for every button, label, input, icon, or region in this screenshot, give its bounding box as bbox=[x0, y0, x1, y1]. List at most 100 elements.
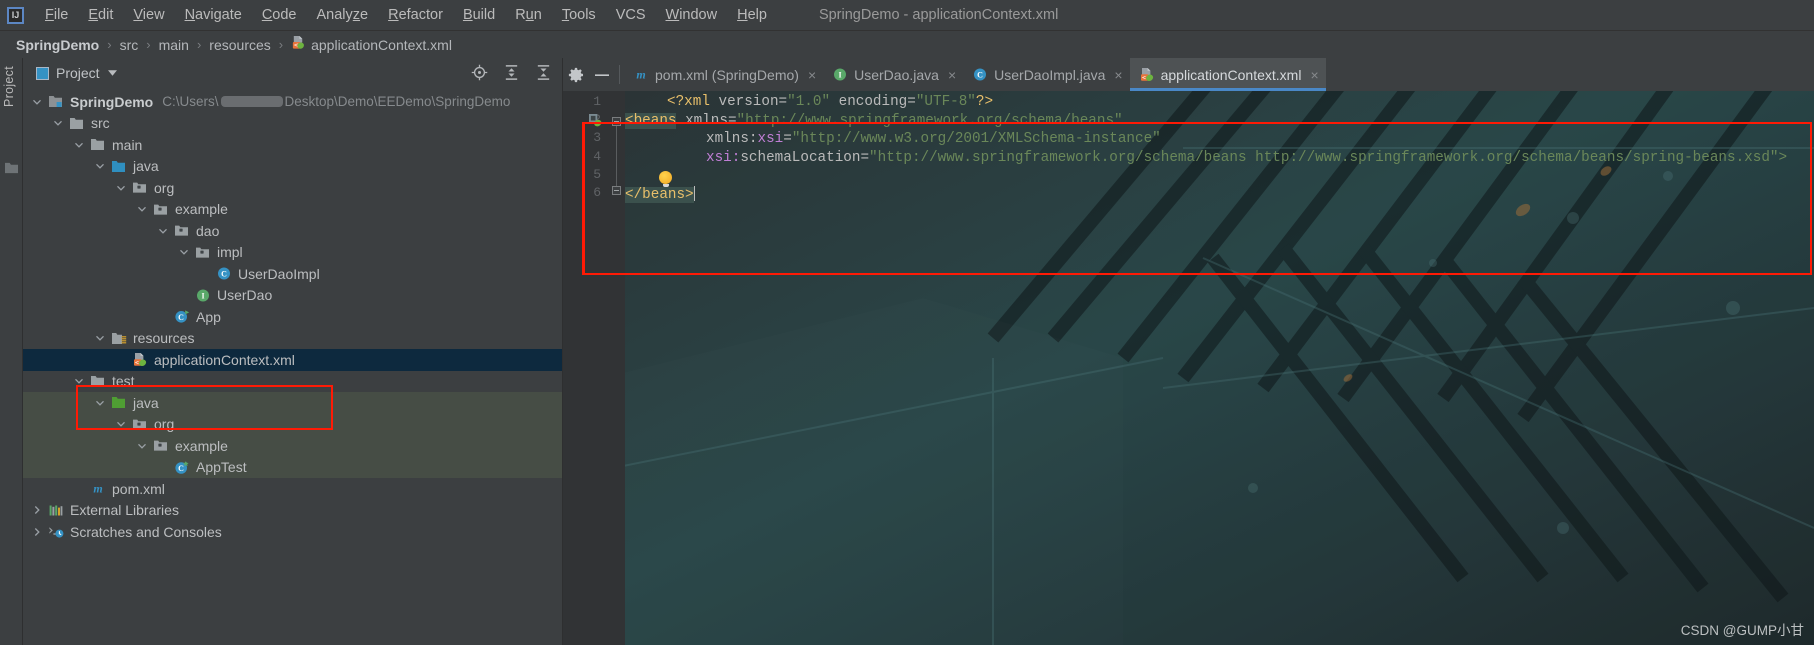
tree-row-label: impl bbox=[217, 244, 243, 261]
tree-row[interactable]: External Libraries bbox=[23, 500, 562, 522]
breadcrumb: SpringDemo › src › main › resources › < … bbox=[0, 31, 1814, 58]
project-panel-title[interactable]: Project bbox=[56, 65, 100, 81]
menu-item-navigate[interactable]: Navigate bbox=[175, 7, 252, 23]
menu-item-file[interactable]: File bbox=[35, 7, 78, 23]
tree-row-label: UserDaoImpl bbox=[238, 265, 320, 282]
breadcrumb-item-project[interactable]: SpringDemo bbox=[16, 37, 99, 53]
locate-target-icon[interactable] bbox=[471, 64, 488, 86]
tree-row[interactable]: impl bbox=[23, 242, 562, 264]
tree-row[interactable]: m pom.xml bbox=[23, 478, 562, 500]
fold-toggle-line2[interactable] bbox=[612, 117, 621, 126]
menu-item-analyze[interactable]: Analyze bbox=[307, 7, 379, 23]
tree-row[interactable]: org bbox=[23, 177, 562, 199]
tree-row-label: java bbox=[133, 394, 159, 411]
chevron-down-icon[interactable] bbox=[136, 204, 147, 215]
chevron-right-icon[interactable] bbox=[31, 526, 42, 537]
editor-tab-userdaoimpl-java[interactable]: C UserDaoImpl.java × bbox=[963, 58, 1129, 91]
tree-row-selected[interactable]: < applicationContext.xml bbox=[23, 349, 562, 371]
tree-row[interactable]: src bbox=[23, 113, 562, 135]
xml-attr-version: version= bbox=[709, 94, 788, 110]
breadcrumb-separator-icon: › bbox=[146, 37, 151, 52]
hide-panel-icon[interactable] bbox=[589, 62, 615, 88]
menu-item-code[interactable]: Code bbox=[252, 7, 307, 23]
close-icon[interactable]: × bbox=[948, 67, 956, 83]
tree-row[interactable]: main bbox=[23, 134, 562, 156]
chevron-down-icon[interactable] bbox=[94, 397, 105, 408]
chevron-right-icon[interactable] bbox=[31, 505, 42, 516]
breadcrumb-item-main[interactable]: main bbox=[159, 37, 189, 53]
editor-tab-pom-xml-springdemo[interactable]: m pom.xml (SpringDemo) × bbox=[624, 58, 823, 91]
chevron-down-icon[interactable] bbox=[107, 68, 117, 78]
chevron-down-icon[interactable] bbox=[31, 96, 42, 107]
breadcrumb-item-src[interactable]: src bbox=[120, 37, 139, 53]
menu-item-window[interactable]: Window bbox=[656, 7, 728, 23]
java-class-icon: C bbox=[972, 67, 988, 82]
tree-row-label: test bbox=[112, 373, 135, 390]
menu-item-vcs[interactable]: VCS bbox=[606, 7, 656, 23]
tree-row[interactable]: SpringDemo C:\Users\ Desktop\Demo\EEDemo\S… bbox=[23, 91, 562, 113]
close-icon[interactable]: × bbox=[1114, 67, 1122, 83]
xml-value-version: "1.0" bbox=[787, 94, 831, 110]
tree-row-label: Scratches and Consoles bbox=[70, 523, 222, 540]
tree-row-label: applicationContext.xml bbox=[154, 351, 295, 368]
menu-item-tools[interactable]: Tools bbox=[552, 7, 606, 23]
chevron-down-icon[interactable] bbox=[73, 139, 84, 150]
editor-tab-bar: m pom.xml (SpringDemo) × I UserDao.java × C Use… bbox=[563, 58, 1814, 91]
chevron-down-icon[interactable] bbox=[136, 440, 147, 451]
tree-row[interactable]: I UserDao bbox=[23, 285, 562, 307]
chevron-down-icon[interactable] bbox=[157, 225, 168, 236]
close-icon[interactable]: × bbox=[808, 67, 816, 83]
tree-row[interactable]: C AppTest bbox=[23, 457, 562, 479]
gear-icon[interactable] bbox=[563, 62, 589, 88]
tree-row[interactable]: dao bbox=[23, 220, 562, 242]
code-editor[interactable]: 1 2 3 4 5 6 <?xml bbox=[563, 91, 1814, 645]
tree-row-label: App bbox=[196, 308, 221, 325]
menu-item-refactor[interactable]: Refactor bbox=[378, 7, 453, 23]
tree-row-label: AppTest bbox=[196, 459, 247, 476]
logo-text: IJ bbox=[11, 9, 20, 20]
tree-row[interactable]: java bbox=[23, 156, 562, 178]
editor-gutter[interactable]: 1 2 3 4 5 6 bbox=[563, 91, 608, 645]
menu-item-edit[interactable]: Edit bbox=[78, 7, 123, 23]
svg-text:C: C bbox=[221, 270, 227, 279]
chevron-down-icon[interactable] bbox=[52, 118, 63, 129]
chevron-down-icon[interactable] bbox=[115, 419, 126, 430]
svg-text:I: I bbox=[201, 291, 204, 300]
expand-all-icon[interactable] bbox=[503, 64, 520, 86]
chevron-down-icon[interactable] bbox=[178, 247, 189, 258]
tree-row[interactable]: test bbox=[23, 371, 562, 393]
breadcrumb-item-resources[interactable]: resources bbox=[209, 37, 270, 53]
tree-row[interactable]: java bbox=[23, 392, 562, 414]
fold-toggle-line6[interactable] bbox=[612, 186, 621, 195]
chevron-down-icon[interactable] bbox=[73, 376, 84, 387]
chevron-down-icon[interactable] bbox=[94, 161, 105, 172]
svg-text:<: < bbox=[294, 41, 298, 49]
tree-row[interactable]: resources bbox=[23, 328, 562, 350]
menu-bar: IJ File Edit View Navigate Code Analyze Refact… bbox=[0, 0, 1814, 31]
tree-row[interactable]: example bbox=[23, 435, 562, 457]
folder-icon bbox=[90, 137, 106, 152]
text-caret bbox=[693, 185, 696, 201]
tree-row[interactable]: C UserDaoImpl bbox=[23, 263, 562, 285]
spring-bean-gutter-icon[interactable] bbox=[589, 114, 602, 127]
chevron-down-icon[interactable] bbox=[115, 182, 126, 193]
tree-row[interactable]: Scratches and Consoles bbox=[23, 521, 562, 543]
xml-tag-beans-close: </beans> bbox=[625, 186, 694, 203]
folder-icon[interactable] bbox=[4, 161, 19, 179]
collapse-all-icon[interactable] bbox=[535, 64, 552, 86]
menu-item-build[interactable]: Build bbox=[453, 7, 505, 23]
code-content[interactable]: <?xml version="1.0" encoding="UTF-8"?> <… bbox=[625, 91, 1787, 312]
menu-item-run[interactable]: Run bbox=[505, 7, 552, 23]
tree-row[interactable]: org bbox=[23, 414, 562, 436]
tree-row[interactable]: example bbox=[23, 199, 562, 221]
menu-item-help[interactable]: Help bbox=[727, 7, 777, 23]
editor-tab-userdao-java[interactable]: I UserDao.java × bbox=[823, 58, 963, 91]
chevron-down-icon[interactable] bbox=[94, 333, 105, 344]
close-icon[interactable]: × bbox=[1310, 67, 1318, 83]
tool-window-button-project[interactable]: Project bbox=[2, 66, 16, 107]
editor-tab-applicationcontext-xml[interactable]: < applicationContext.xml × bbox=[1129, 58, 1326, 91]
menu-item-view[interactable]: View bbox=[123, 7, 174, 23]
breadcrumb-item-file[interactable]: applicationContext.xml bbox=[311, 37, 452, 53]
tree-row[interactable]: C App bbox=[23, 306, 562, 328]
